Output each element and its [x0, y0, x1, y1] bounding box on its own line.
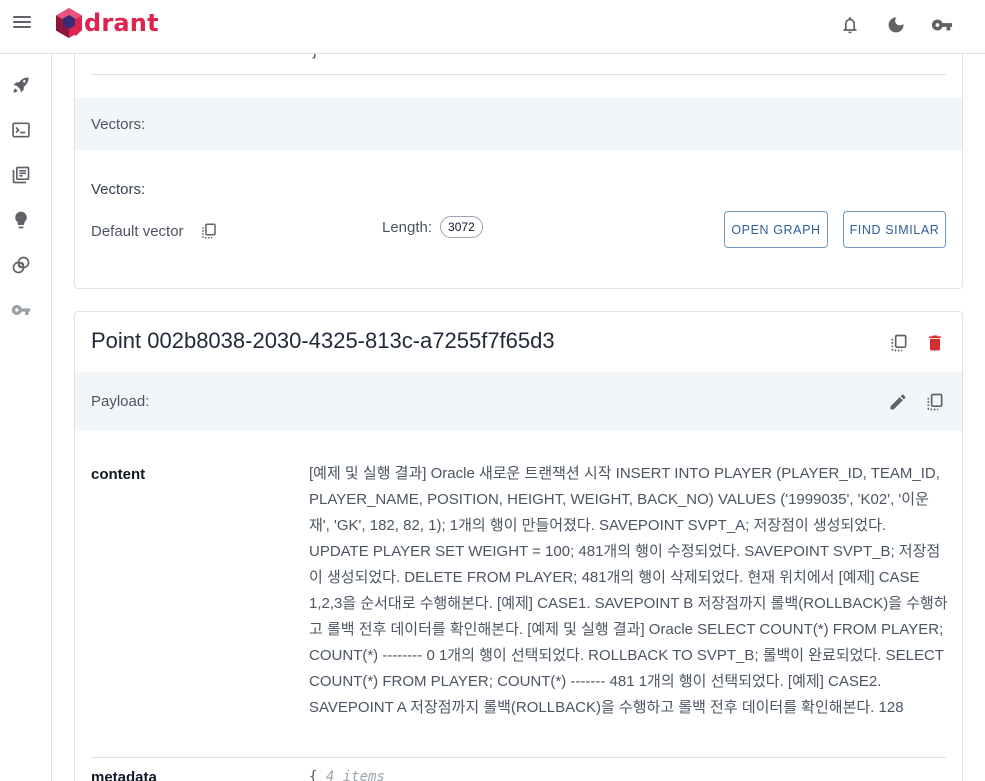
payload-label: Payload:: [91, 393, 150, 410]
sidebar: [0, 54, 52, 781]
copy-icon[interactable]: [888, 332, 910, 354]
qdrant-logo-mark-icon: [56, 8, 82, 38]
divider: [91, 757, 946, 758]
delete-icon[interactable]: [924, 332, 946, 354]
menu-icon[interactable]: [11, 13, 33, 35]
top-app-bar: drant: [0, 0, 985, 54]
divider: [91, 74, 946, 75]
payload-header: Payload:: [75, 372, 962, 431]
collections-icon[interactable]: [10, 164, 32, 186]
vectors-header: Vectors:: [75, 98, 962, 150]
payload-closing-brace: }: [311, 54, 319, 60]
length-chip: 3072: [440, 216, 483, 238]
key-icon[interactable]: [10, 299, 32, 321]
metadata-value[interactable]: { 4 items: [309, 769, 385, 781]
rocket-icon[interactable]: [10, 74, 32, 96]
vector-name: Default vector: [91, 222, 184, 240]
logo-text: drant: [84, 9, 159, 37]
vector-length: Length: 3072: [382, 216, 483, 238]
qdrant-logo[interactable]: drant: [54, 6, 159, 40]
key-icon[interactable]: [929, 12, 955, 38]
lightbulb-icon[interactable]: [10, 209, 32, 231]
metadata-brace: {: [309, 769, 318, 781]
main-content[interactable]: } Vectors: Vectors: Default vector Lengt…: [52, 54, 985, 781]
find-similar-button[interactable]: FIND SIMILAR: [843, 211, 946, 248]
point-title: Point 002b8038-2030-4325-813c-a7255f7f65…: [91, 328, 555, 353]
edit-icon[interactable]: [887, 391, 909, 413]
terminal-icon[interactable]: [10, 119, 32, 141]
vectors-band-label: Vectors:: [91, 115, 146, 133]
open-graph-button[interactable]: OPEN GRAPH: [724, 211, 828, 248]
default-vector-row: Default vector: [91, 222, 218, 240]
copy-payload-icon[interactable]: [924, 391, 946, 413]
datasets-icon[interactable]: [10, 254, 32, 276]
point-card: Point 002b8038-2030-4325-813c-a7255f7f65…: [74, 311, 963, 781]
payload-field-key: metadata: [91, 769, 157, 781]
copy-icon[interactable]: [200, 222, 218, 240]
moon-icon[interactable]: [883, 12, 909, 38]
payload-field-value: [예제 및 실행 결과] Oracle 새로운 트랜잭션 시작 INSERT I…: [309, 465, 948, 716]
metadata-hint: 4 items: [325, 769, 385, 781]
length-label: Length:: [382, 218, 433, 236]
bell-icon[interactable]: [837, 12, 863, 38]
vectors-title: Vectors:: [91, 181, 146, 198]
point-card-previous: } Vectors: Vectors: Default vector Lengt…: [74, 54, 963, 289]
payload-field-key: content: [91, 466, 146, 483]
